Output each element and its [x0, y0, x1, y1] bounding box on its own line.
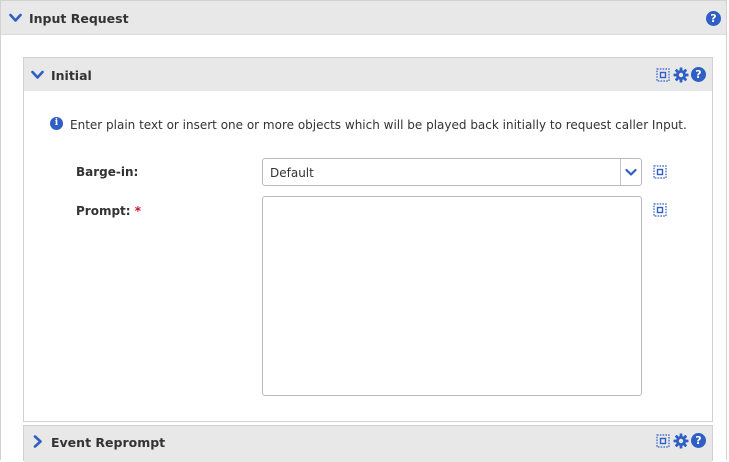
- variable-insert-icon[interactable]: [653, 165, 667, 179]
- variable-insert-icon[interactable]: [656, 68, 670, 82]
- gear-icon[interactable]: [673, 433, 689, 449]
- barge-in-label: Barge-in:: [76, 165, 139, 179]
- event-reprompt-title: Event Reprompt: [51, 435, 166, 450]
- chevron-down-icon[interactable]: [625, 168, 637, 177]
- chevron-down-icon[interactable]: [9, 13, 22, 23]
- info-text: Enter plain text or insert one or more o…: [70, 118, 687, 132]
- prompt-label-text: Prompt:: [76, 204, 131, 218]
- event-reprompt-header[interactable]: Event Reprompt ?: [24, 426, 712, 462]
- help-icon[interactable]: ?: [706, 11, 721, 26]
- input-request-section: Input Request ? Initial ? i Enter plain …: [0, 0, 727, 462]
- event-reprompt-panel: Event Reprompt ?: [23, 425, 713, 462]
- chevron-right-icon[interactable]: [33, 435, 43, 448]
- chevron-down-icon[interactable]: [31, 70, 44, 80]
- initial-header[interactable]: Initial ?: [24, 58, 712, 91]
- input-request-header[interactable]: Input Request ?: [1, 1, 726, 35]
- prompt-label: Prompt: *: [76, 204, 141, 218]
- variable-insert-icon[interactable]: [653, 203, 667, 217]
- select-divider: [620, 159, 621, 185]
- info-icon: i: [50, 117, 63, 130]
- input-request-title: Input Request: [29, 11, 129, 26]
- initial-title: Initial: [51, 68, 92, 83]
- required-marker: *: [134, 204, 142, 218]
- barge-in-select[interactable]: Default: [262, 158, 642, 186]
- variable-insert-icon[interactable]: [656, 434, 670, 448]
- barge-in-value: Default: [270, 166, 314, 180]
- gear-icon[interactable]: [673, 67, 689, 83]
- help-icon[interactable]: ?: [691, 433, 706, 448]
- help-icon[interactable]: ?: [691, 67, 706, 82]
- prompt-textarea[interactable]: [262, 196, 642, 396]
